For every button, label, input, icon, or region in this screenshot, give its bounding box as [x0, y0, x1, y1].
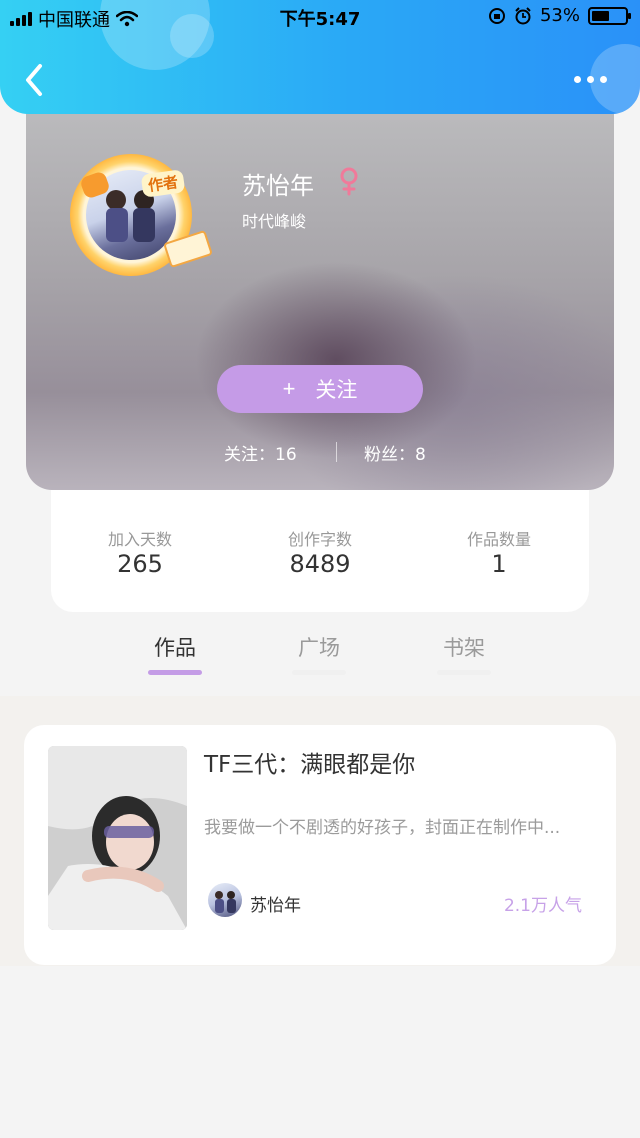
profile-subtitle: 时代峰峻	[242, 212, 307, 231]
work-popularity: 2.1万人气	[503, 896, 582, 916]
stats-panel: 加入天数 265 创作字数 8489 作品数量 1	[51, 470, 589, 612]
tab-works[interactable]: 作品	[135, 632, 215, 662]
profile-card: 作者 苏怡年 时代峰峻 + 关注 关注：16 粉丝：8	[26, 100, 614, 490]
work-cover-image[interactable]	[48, 746, 187, 930]
battery-icon	[588, 6, 631, 25]
battery-percent: 53%	[539, 5, 580, 26]
alarm-icon	[515, 6, 531, 24]
tab-square-underline	[292, 670, 346, 675]
stat-value: 8489	[289, 550, 351, 578]
stat-value: 265	[117, 550, 163, 578]
profile-tabs: 作品 广场 书架	[0, 618, 640, 696]
header-bar: 中国联通 下午5:47 53%	[0, 0, 640, 114]
stat-works-count: 作品数量 1	[419, 526, 579, 578]
work-description: 我要做一个不剧透的好孩子，封面正在制作中...	[204, 818, 561, 838]
back-chevron-icon[interactable]	[18, 60, 54, 100]
work-title[interactable]: TF三代：满眼都是你	[204, 745, 415, 779]
following-count[interactable]: 关注：16	[224, 440, 297, 465]
author-profile-page: 中国联通 下午5:47 53% 加入天数 265 创作字数 8489 作品数量 …	[0, 0, 640, 1138]
stat-word-count: 创作字数 8489	[240, 526, 400, 578]
follow-button[interactable]: + 关注	[217, 365, 423, 413]
orientation-lock-icon	[488, 7, 505, 24]
follow-label: 关注	[315, 379, 358, 402]
stat-label: 加入天数	[107, 530, 172, 549]
avatar[interactable]: 作者	[70, 144, 213, 276]
divider	[336, 442, 337, 462]
stat-label: 创作字数	[287, 530, 352, 549]
status-bar: 中国联通 下午5:47 53%	[0, 0, 640, 34]
work-card[interactable]: TF三代：满眼都是你 我要做一个不剧透的好孩子，封面正在制作中... 苏怡年 2…	[24, 725, 616, 965]
follow-stats: 关注：16 粉丝：8	[26, 438, 614, 466]
tab-works-underline	[148, 670, 202, 675]
tab-bookshelf[interactable]: 书架	[424, 632, 504, 662]
female-icon	[340, 167, 358, 196]
plus-icon: +	[282, 376, 296, 401]
author-avatar	[208, 883, 242, 917]
tab-square[interactable]: 广场	[279, 632, 359, 662]
more-dots-icon[interactable]	[574, 64, 614, 94]
profile-name: 苏怡年	[242, 172, 314, 200]
fans-count[interactable]: 粉丝：8	[364, 440, 426, 465]
stat-value: 1	[491, 550, 507, 578]
stat-join-days: 加入天数 265	[60, 526, 220, 578]
stat-label: 作品数量	[466, 530, 531, 549]
tab-bookshelf-underline	[437, 670, 491, 675]
work-author-name: 苏怡年	[250, 896, 301, 916]
